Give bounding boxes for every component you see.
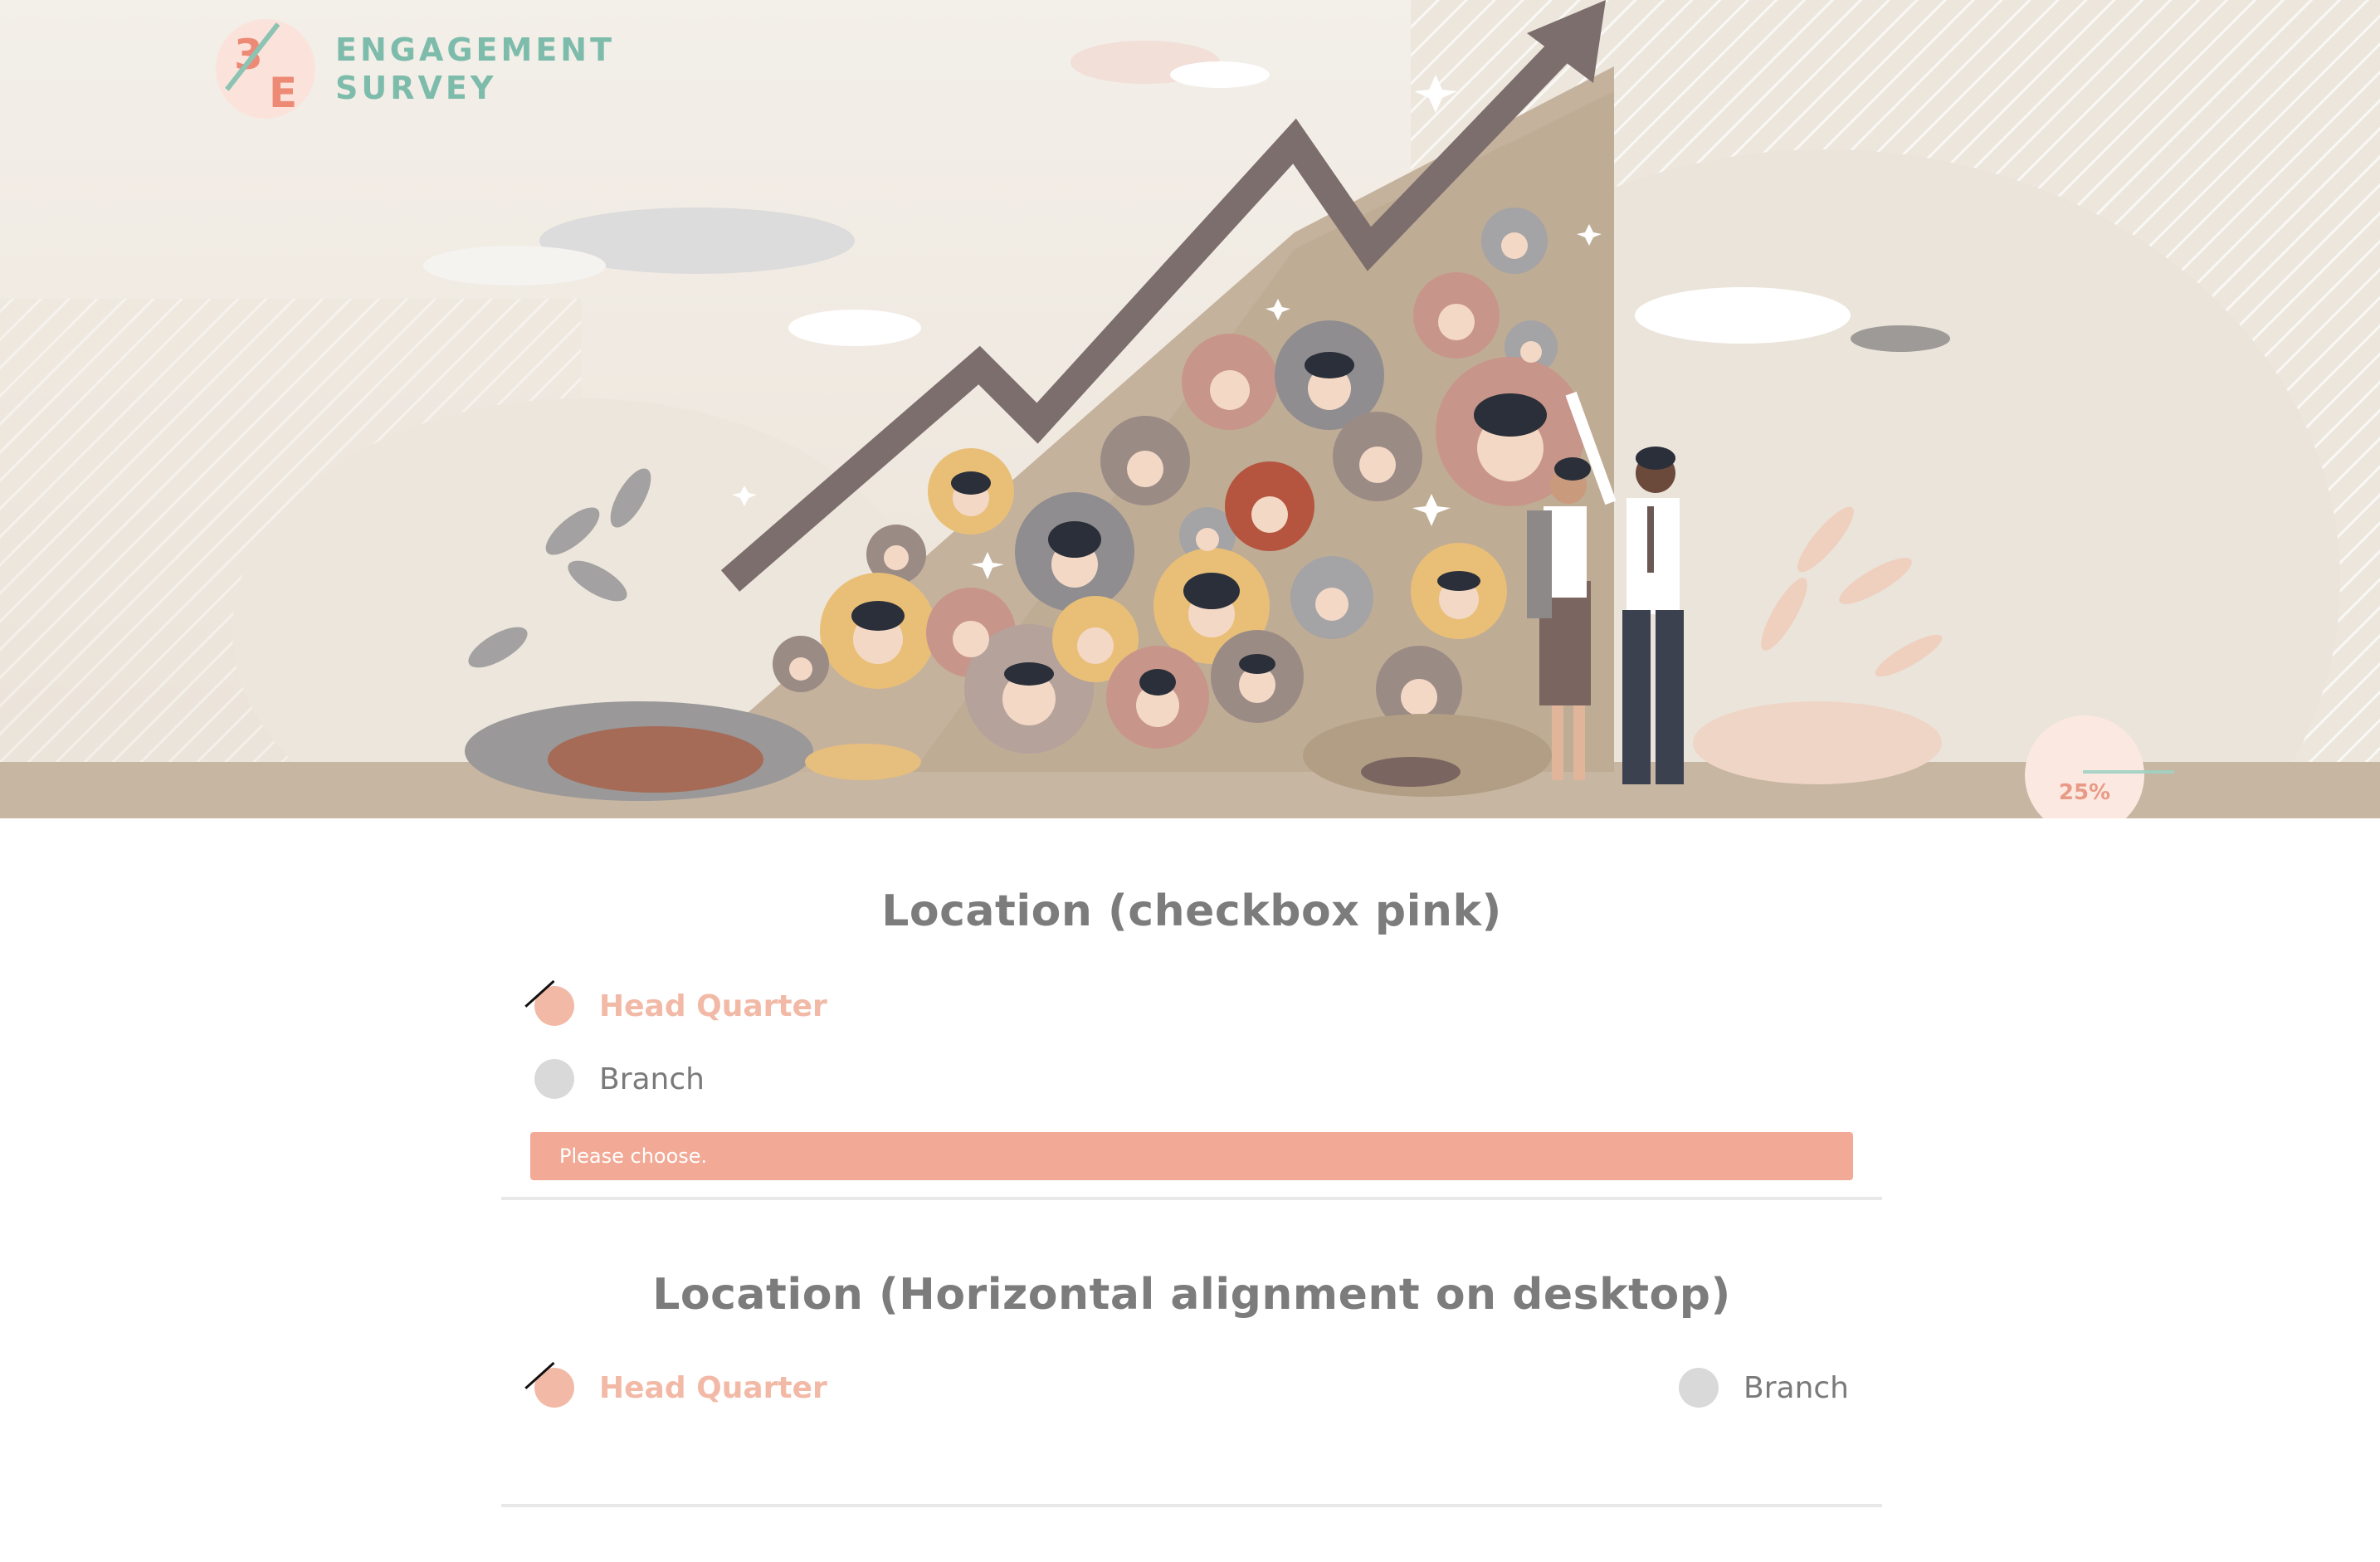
option-branch[interactable]: Branch: [1679, 1368, 1849, 1408]
checkbox-checked[interactable]: [524, 1361, 574, 1408]
logo-text: ENGAGEMENT SURVEY: [335, 31, 615, 107]
logo: 3 E ENGAGEMENT SURVEY: [216, 17, 615, 120]
check-icon: [524, 979, 555, 1008]
check-icon: [524, 1361, 555, 1389]
checkbox-unchecked[interactable]: [534, 1059, 574, 1099]
hero-banner: 3 E ENGAGEMENT SURVEY 25%: [0, 0, 2380, 818]
survey-content: Location (checkbox pink) Head Quarter Br…: [0, 818, 2380, 1562]
option-head-quarter[interactable]: Head Quarter: [524, 979, 827, 1026]
logo-mark: 3 E: [216, 18, 315, 119]
progress-percent: 25%: [2058, 780, 2111, 805]
growth-chart-illustration: [0, 0, 2380, 818]
logo-mark-e: E: [269, 68, 298, 117]
option-branch[interactable]: Branch: [534, 1059, 705, 1099]
option-label: Branch: [1744, 1370, 1849, 1405]
logo-line-1: ENGAGEMENT: [335, 31, 616, 68]
option-head-quarter[interactable]: Head Quarter: [524, 1361, 827, 1408]
section-divider: [501, 1504, 1882, 1507]
checkbox-unchecked[interactable]: [1679, 1368, 1719, 1408]
progress-bar: [2083, 770, 2174, 774]
checkbox-checked[interactable]: [524, 979, 574, 1026]
question-title: Location (checkbox pink): [881, 886, 1502, 936]
option-label: Head Quarter: [599, 1370, 827, 1405]
logo-line-2: SURVEY: [335, 69, 497, 106]
question-location-checkbox: Location (checkbox pink) Head Quarter Br…: [501, 886, 1882, 1202]
error-message: Please choose.: [530, 1132, 1853, 1180]
question-location-horizontal: Location (Horizontal alignment on deskto…: [501, 1270, 1882, 1519]
option-label: Branch: [599, 1062, 705, 1096]
section-divider: [501, 1197, 1882, 1200]
option-label: Head Quarter: [599, 988, 827, 1023]
question-title: Location (Horizontal alignment on deskto…: [652, 1270, 1731, 1320]
